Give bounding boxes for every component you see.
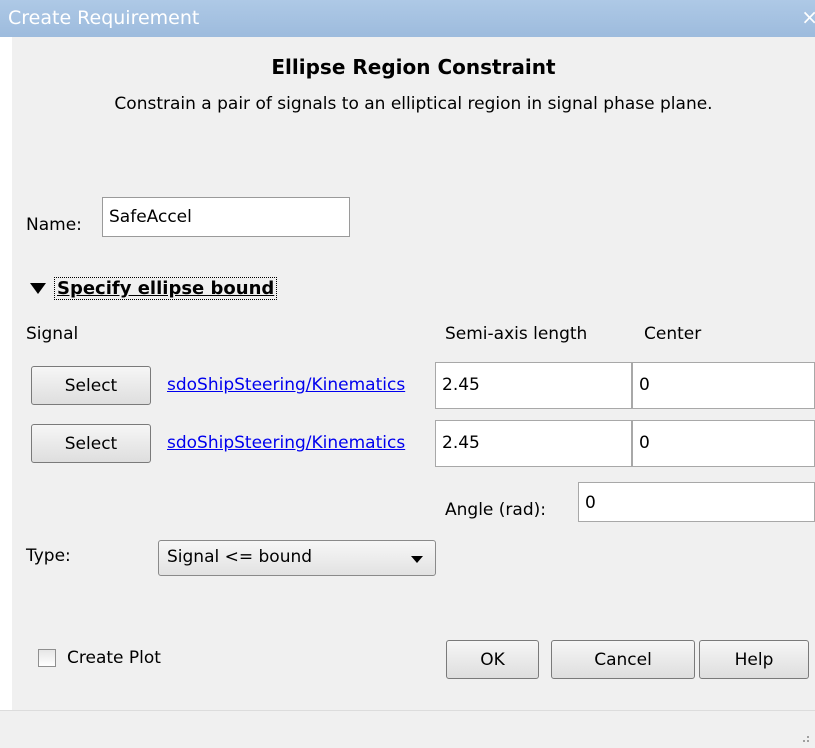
select-signal-1-button[interactable]: Select bbox=[31, 366, 151, 405]
cancel-button[interactable]: Cancel bbox=[551, 640, 695, 679]
resize-grip-icon[interactable] bbox=[799, 732, 809, 742]
select-signal-2-button[interactable]: Select bbox=[31, 424, 151, 463]
angle-label: Angle (rad): bbox=[445, 500, 546, 520]
name-input[interactable] bbox=[102, 197, 350, 237]
type-selected-value: Signal <= bound bbox=[167, 547, 313, 567]
specify-ellipse-bound-toggle[interactable]: Specify ellipse bound bbox=[30, 277, 278, 300]
signal-column-header: Signal bbox=[26, 324, 79, 344]
angle-field[interactable]: 0 bbox=[578, 482, 815, 522]
type-dropdown[interactable]: Signal <= bound bbox=[158, 540, 436, 576]
signal-1-link[interactable]: sdoShipSteering/Kinematics bbox=[167, 375, 435, 395]
semi-axis-2-field[interactable]: 2.45 bbox=[435, 420, 632, 467]
dialog-body: Ellipse Region Constraint Constrain a pa… bbox=[12, 37, 815, 710]
dialog-description: Constrain a pair of signals to an ellipt… bbox=[114, 94, 713, 114]
semi-axis-column-header: Semi-axis length bbox=[445, 324, 588, 344]
ok-button[interactable]: OK bbox=[446, 640, 539, 679]
title-bar: Create Requirement × bbox=[0, 0, 815, 37]
center-1-field[interactable]: 0 bbox=[632, 362, 815, 409]
create-plot-label[interactable]: Create Plot bbox=[67, 648, 161, 668]
semi-axis-1-field[interactable]: 2.45 bbox=[435, 362, 632, 409]
dialog-heading: Ellipse Region Constraint bbox=[271, 55, 556, 79]
window-title: Create Requirement bbox=[8, 7, 200, 29]
expanded-triangle-icon bbox=[30, 283, 46, 294]
status-bar bbox=[0, 710, 815, 748]
help-button[interactable]: Help bbox=[699, 640, 809, 679]
center-column-header: Center bbox=[644, 324, 702, 344]
center-2-field[interactable]: 0 bbox=[632, 420, 815, 467]
close-icon[interactable]: × bbox=[801, 5, 815, 29]
signal-2-link[interactable]: sdoShipSteering/Kinematics bbox=[167, 433, 435, 453]
create-plot-checkbox[interactable] bbox=[38, 649, 56, 667]
type-label: Type: bbox=[26, 546, 71, 566]
name-label: Name: bbox=[26, 215, 82, 235]
chevron-down-icon bbox=[411, 556, 423, 563]
section-toggle-label: Specify ellipse bound bbox=[54, 277, 278, 300]
